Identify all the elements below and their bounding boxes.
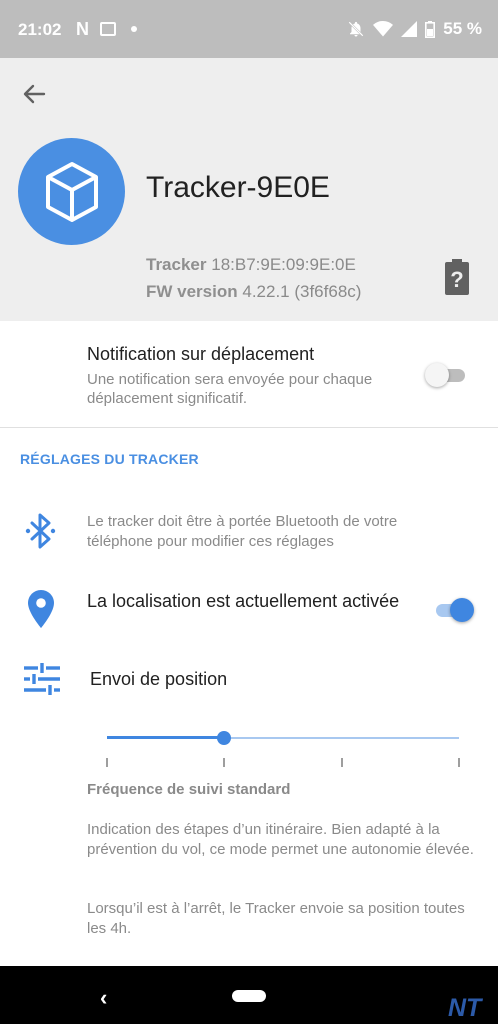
image-notification-icon — [100, 22, 116, 36]
slider-thumb[interactable] — [217, 731, 232, 745]
tracker-settings-section-title: RÉGLAGES DU TRACKER — [20, 451, 199, 467]
position-sending-label: Envoi de position — [90, 669, 228, 689]
device-avatar — [18, 138, 125, 245]
notification-title: Notification sur déplacement — [87, 344, 315, 364]
nav-back-button[interactable]: ‹ — [100, 985, 107, 1011]
status-indicators: 55 % — [347, 19, 482, 39]
slider-tick — [106, 758, 108, 767]
location-toggle[interactable] — [432, 597, 474, 623]
nav-home-button[interactable] — [232, 990, 266, 1002]
status-time: 21:02 — [18, 20, 62, 39]
notification-description: Une notification sera envoyée pour chaqu… — [87, 371, 373, 407]
watermark-logo: NT — [448, 994, 482, 1022]
slider-tick — [223, 758, 226, 767]
netflix-notification-icon: N — [76, 19, 89, 39]
battery-unknown-glyph: ? — [450, 267, 463, 292]
fw-version-label: FW version — [146, 282, 238, 301]
device-name: Tracker-9E0E — [146, 171, 330, 204]
battery-unknown-icon: ? — [445, 259, 469, 300]
location-pin-icon — [28, 590, 54, 633]
device-header: Tracker-9E0E Tracker 18:B7:9E:09:9E:0E F… — [0, 58, 498, 321]
battery-status-icon — [425, 20, 436, 38]
bluetooth-hint: Le tracker doit être à portée Bluetooth … — [87, 513, 398, 550]
location-toggle-thumb — [450, 598, 474, 622]
frequency-note: Lorsqu’il est à l’arrêt, le Tracker envo… — [87, 900, 465, 937]
notification-toggle-thumb — [425, 363, 449, 387]
navigation-bar: ‹ NT — [0, 966, 498, 1024]
fw-version-line: FW version 4.22.1 (3f6f68c) — [146, 282, 361, 302]
tracker-id-line: Tracker 18:B7:9E:09:9E:0E — [146, 255, 356, 275]
silent-bell-icon — [348, 21, 364, 37]
tune-sliders-icon — [24, 663, 60, 700]
tracker-id-label: Tracker — [146, 255, 207, 274]
cube-icon — [45, 161, 98, 222]
slider-fill — [107, 736, 225, 739]
position-frequency-slider[interactable] — [106, 728, 460, 768]
back-button[interactable] — [18, 80, 50, 108]
slider-tick — [340, 758, 343, 767]
fw-version-value: 4.22.1 (3f6f68c) — [242, 282, 362, 301]
more-notifications-icon — [131, 26, 137, 32]
arrow-left-icon — [23, 84, 46, 104]
battery-percentage: 55 % — [443, 19, 482, 38]
slider-tick — [458, 758, 460, 767]
frequency-title: Fréquence de suivi standard — [87, 781, 291, 798]
bluetooth-icon — [25, 513, 57, 554]
signal-icon — [401, 21, 418, 37]
notification-setting-row[interactable]: Notification sur déplacement Une notific… — [0, 321, 498, 428]
status-bar: 21:02 N 55 % — [0, 0, 498, 58]
tracker-id-value: 18:B7:9E:09:9E:0E — [211, 255, 356, 274]
frequency-description: Indication des étapes d’un itinéraire. B… — [87, 821, 474, 858]
notification-toggle[interactable] — [425, 362, 467, 388]
wifi-icon — [373, 21, 394, 37]
location-status-label: La localisation est actuellement activée — [87, 591, 400, 611]
